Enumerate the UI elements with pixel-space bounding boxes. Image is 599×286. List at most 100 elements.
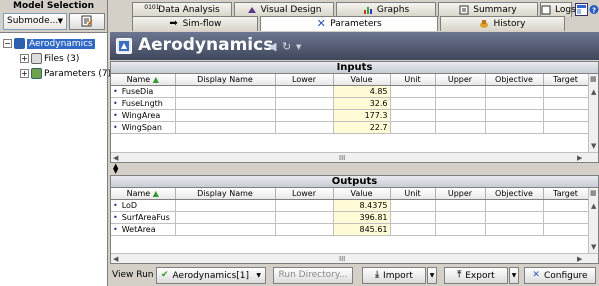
window-layout-icon[interactable]	[575, 3, 588, 16]
configure-icon: ✕	[532, 270, 540, 280]
files-icon	[31, 53, 42, 64]
col-lower[interactable]: Lower	[275, 188, 334, 200]
row-value[interactable]: 4.85	[333, 85, 391, 98]
col-unit[interactable]: Unit	[390, 188, 436, 200]
outputs-section: Outputs Name ▲ Display Name Lower Value …	[110, 175, 599, 264]
parameters-tab-icon: ✕	[316, 16, 326, 30]
table-row[interactable]: LoD 8.4375	[111, 199, 589, 212]
col-objective[interactable]: Objective	[485, 188, 544, 200]
tab-sim-flow[interactable]: ➡ Sim-flow	[132, 16, 258, 31]
scroll-up-icon[interactable]: ▲	[591, 88, 596, 96]
back-arrow-icon[interactable]: ◀	[268, 40, 276, 53]
scroll-left-icon[interactable]: ◀	[113, 255, 118, 263]
table-row[interactable]: FuseLngth 32.6	[111, 97, 589, 110]
column-chooser-icon[interactable]: ▦	[590, 75, 597, 83]
row-name: FuseDia	[111, 85, 176, 98]
col-name[interactable]: Name ▲	[111, 74, 176, 86]
table-row[interactable]: FuseDia 4.85	[111, 85, 589, 98]
sort-asc-icon: ▲	[152, 74, 159, 84]
import-dropdown[interactable]: ▼	[427, 267, 437, 284]
chevron-down-icon: ▼	[256, 272, 261, 279]
outputs-horizontal-scrollbar[interactable]: ◀ III ▶	[111, 253, 598, 263]
inputs-vertical-scrollbar[interactable]: ▦ ▲ ▼	[588, 74, 598, 152]
table-row[interactable]: WetArea 845.61	[111, 223, 589, 236]
inputs-section: Inputs Name ▲ Display Name Lower Value U…	[110, 61, 599, 163]
inputs-horizontal-scrollbar[interactable]: ◀ III ▶	[111, 152, 598, 162]
parameters-icon	[31, 68, 42, 79]
col-value[interactable]: Value	[333, 74, 391, 86]
tab-visual-design[interactable]: Visual Design	[234, 2, 334, 17]
row-value[interactable]: 22.7	[333, 121, 391, 134]
help-icon[interactable]: ?	[589, 3, 599, 16]
tab-row-top: 0101Data Analysis Visual Design Graphs S…	[110, 2, 599, 17]
table-row[interactable]: WingArea 177.3	[111, 109, 589, 122]
row-name: SurfAreaFus	[111, 211, 176, 224]
scroll-right-icon[interactable]: ▶	[577, 255, 582, 263]
tab-data-analysis[interactable]: 0101Data Analysis	[132, 2, 232, 17]
svg-text:?: ?	[592, 7, 596, 15]
notepad-icon	[81, 15, 93, 27]
row-value: 8.4375	[333, 199, 391, 212]
row-value[interactable]: 177.3	[333, 109, 391, 122]
export-dropdown[interactable]: ▼	[509, 267, 519, 284]
col-display-name[interactable]: Display Name	[175, 74, 276, 86]
row-value[interactable]: 32.6	[333, 97, 391, 110]
col-upper[interactable]: Upper	[435, 74, 486, 86]
visual-design-icon	[247, 6, 256, 13]
export-button[interactable]: ⤒ Export	[444, 267, 508, 284]
tab-graphs[interactable]: Graphs	[336, 2, 436, 17]
model-icon	[14, 38, 25, 49]
column-chooser-icon[interactable]: ▦	[590, 189, 597, 197]
col-unit[interactable]: Unit	[390, 74, 436, 86]
expand-icon[interactable]: +	[20, 54, 29, 63]
refresh-icon[interactable]: ↻	[282, 40, 291, 53]
data-analysis-icon: 0101	[144, 3, 160, 11]
export-icon: ⤒	[457, 270, 462, 280]
model-selection-panel: Model Selection Submode... ▼ − Aerodynami…	[0, 0, 111, 286]
scroll-up-icon[interactable]: ▲	[591, 202, 596, 210]
table-row[interactable]: WingSpan 22.7	[111, 121, 589, 134]
summary-icon	[459, 5, 469, 14]
col-target[interactable]: Target	[543, 74, 589, 86]
configure-button[interactable]: ✕ Configure	[524, 267, 596, 284]
row-name: WingArea	[111, 109, 176, 122]
submode-settings-button[interactable]	[69, 13, 105, 30]
row-name: WetArea	[111, 223, 176, 236]
scroll-down-icon[interactable]: ▼	[591, 243, 596, 251]
table-row[interactable]: SurfAreaFus 396.81	[111, 211, 589, 224]
tab-parameters[interactable]: ✕ Parameters	[260, 16, 438, 31]
scroll-right-icon[interactable]: ▶	[577, 154, 582, 162]
col-display-name[interactable]: Display Name	[175, 188, 276, 200]
outputs-vertical-scrollbar[interactable]: ▦ ▲ ▼	[588, 188, 598, 253]
scroll-down-icon[interactable]: ▼	[591, 142, 596, 150]
tree-node-parameters[interactable]: + Parameters (7)	[20, 67, 111, 81]
inputs-table: Name ▲ Display Name Lower Value Unit Upp…	[111, 74, 589, 134]
chevron-down-icon[interactable]: ▼	[296, 43, 301, 51]
col-lower[interactable]: Lower	[275, 74, 334, 86]
scroll-left-icon[interactable]: ◀	[113, 154, 118, 162]
check-icon: ✔	[161, 270, 169, 280]
logs-icon	[541, 5, 551, 14]
inputs-title: Inputs	[111, 62, 598, 74]
tree-node-files[interactable]: + Files (3)	[20, 52, 79, 66]
tree-node-aerodynamics[interactable]: − Aerodynamics	[3, 37, 95, 51]
run-select[interactable]: ✔ Aerodynamics[1] ▼	[156, 267, 266, 284]
scroll-grip[interactable]: III	[339, 154, 345, 162]
model-selection-title: Model Selection	[13, 1, 94, 11]
expand-icon[interactable]: +	[20, 69, 29, 78]
col-name[interactable]: Name ▲	[111, 188, 176, 200]
submode-dropdown[interactable]: Submode... ▼	[3, 13, 67, 30]
scroll-grip[interactable]: III	[339, 255, 345, 263]
col-objective[interactable]: Objective	[485, 74, 544, 86]
collapse-icon[interactable]: −	[3, 39, 12, 48]
run-directory-button[interactable]: Run Directory...	[273, 267, 353, 284]
tab-logs[interactable]: Logs	[540, 2, 576, 17]
col-upper[interactable]: Upper	[435, 188, 486, 200]
row-name: WingSpan	[111, 121, 176, 134]
tab-summary[interactable]: Summary	[438, 2, 538, 17]
col-value[interactable]: Value	[333, 188, 391, 200]
tab-history[interactable]: History	[440, 16, 565, 31]
splitter-icon[interactable]: ▲ ▼	[113, 163, 127, 175]
col-target[interactable]: Target	[543, 188, 589, 200]
import-button[interactable]: ⤓ Import	[362, 267, 426, 284]
